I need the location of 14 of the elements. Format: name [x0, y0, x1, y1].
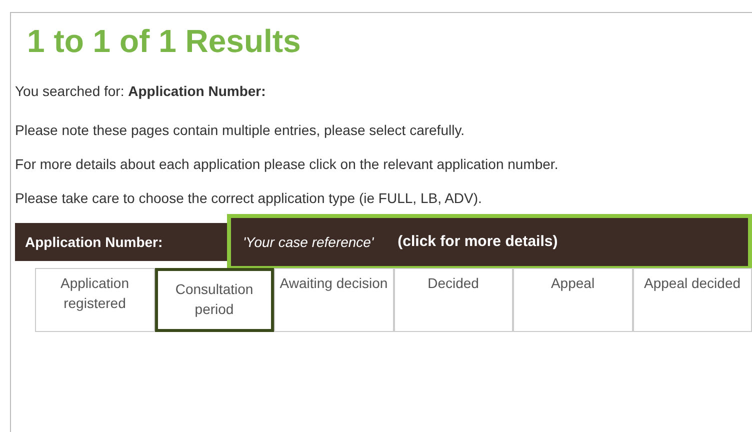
- stage-cell: Appeal: [513, 268, 633, 332]
- stage-cell: Appeal decided: [632, 268, 752, 332]
- case-reference: 'Your case reference': [243, 232, 374, 252]
- results-heading: 1 to 1 of 1 Results: [27, 22, 302, 61]
- stage-cell: Application registered: [35, 268, 154, 332]
- note-text: For more details about each application please click on the relevant application number.: [15, 155, 560, 174]
- stage-cell: Decided: [394, 268, 514, 332]
- result-label: Application Number:: [15, 223, 227, 261]
- search-summary: You searched for: Application Number:: [15, 82, 267, 101]
- details-link[interactable]: (click for more details): [398, 230, 558, 254]
- note-text: Please note these pages contain multiple entries, please select carefully.: [15, 121, 466, 140]
- note-text: Please take care to choose the correct application type (ie FULL, LB, ADV).: [15, 189, 483, 208]
- stage-cell: Consultation period: [154, 268, 274, 332]
- stage-cell: Awaiting decision: [274, 268, 394, 332]
